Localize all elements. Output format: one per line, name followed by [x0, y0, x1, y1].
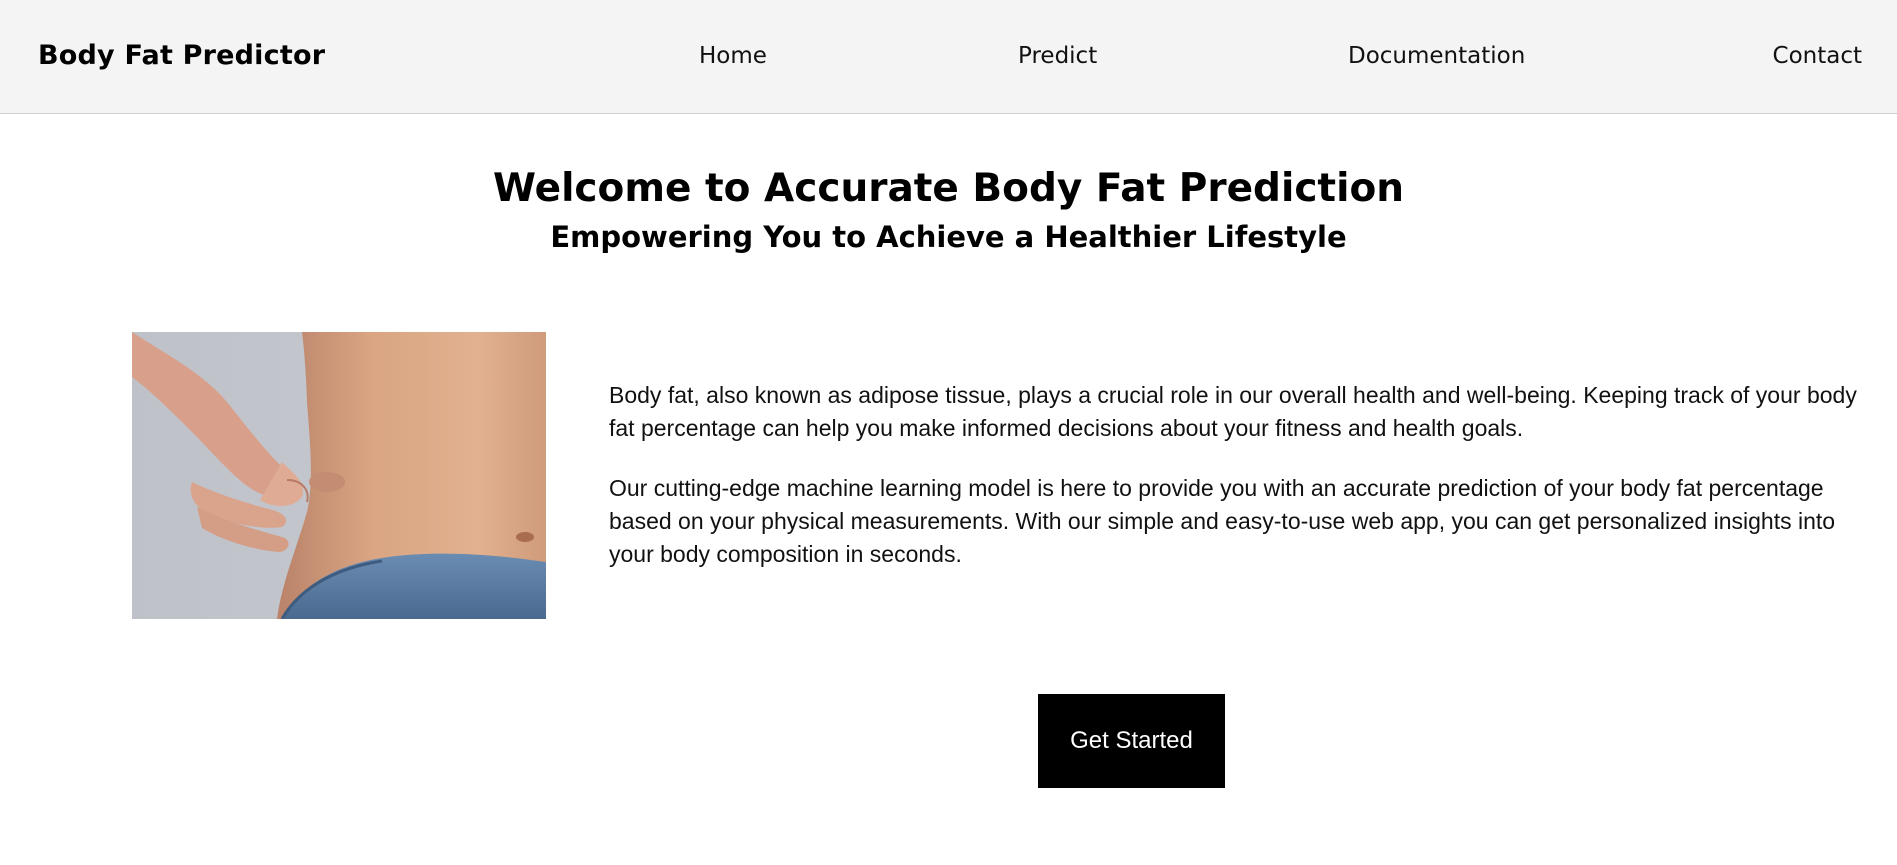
- nav-home-link[interactable]: Home: [699, 43, 767, 69]
- get-started-button[interactable]: Get Started: [1038, 694, 1225, 788]
- brand-logo-link[interactable]: Body Fat Predictor: [38, 40, 325, 71]
- intro-paragraph-1: Body fat, also known as adipose tissue, …: [609, 382, 1857, 441]
- hero-title: Welcome to Accurate Body Fat Prediction: [492, 166, 1404, 211]
- intro-paragraph-2: Our cutting-edge machine learning model …: [609, 475, 1836, 567]
- nav-predict-link[interactable]: Predict: [1018, 43, 1097, 69]
- top-navigation-bar: Body Fat Predictor Home Predict Document…: [0, 0, 1897, 114]
- intro-text: Body fat, also known as adipose tissue, …: [609, 379, 1871, 598]
- hero-subtitle: Empowering You to Achieve a Healthier Li…: [550, 220, 1347, 254]
- nav-documentation-link[interactable]: Documentation: [1348, 43, 1525, 69]
- body-fat-pinch-photo: [132, 332, 546, 619]
- nav-contact-link[interactable]: Contact: [1773, 43, 1862, 69]
